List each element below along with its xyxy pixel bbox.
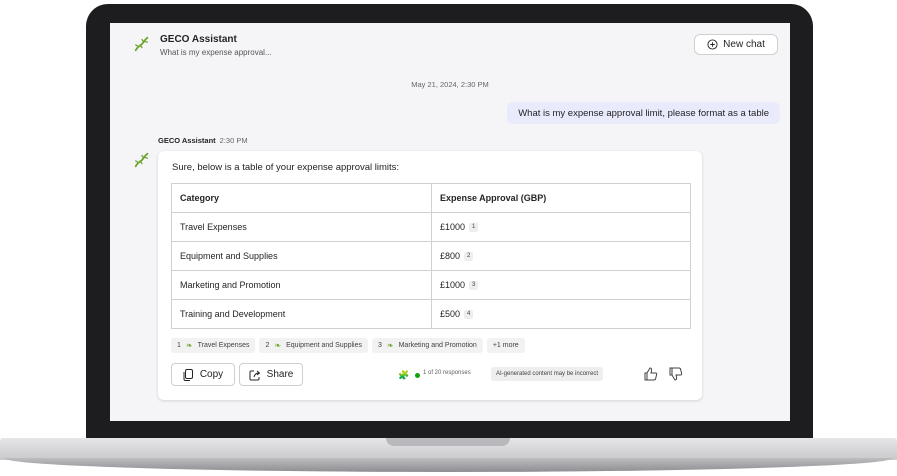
- share-label: Share: [266, 369, 294, 380]
- thumbs-up-icon[interactable]: [643, 366, 659, 382]
- citation-number: 3: [377, 342, 382, 349]
- column-header-expense-approval: Expense Approval (GBP): [431, 183, 691, 213]
- amount-value: £500: [440, 308, 461, 319]
- amount-cell: £800 2: [431, 241, 691, 271]
- citation-ref[interactable]: 4: [464, 310, 474, 320]
- share-button[interactable]: Share: [239, 363, 303, 386]
- copy-label: Copy: [199, 369, 224, 380]
- citation-chip[interactable]: 1 ❧ Travel Expenses: [171, 338, 256, 353]
- copilot-badge-icon: 🧩: [398, 370, 410, 380]
- citation-chip[interactable]: 3 ❧ Marketing and Promotion: [371, 338, 483, 353]
- user-message: What is my expense approval limit, pleas…: [507, 102, 780, 124]
- bot-message-header: GECO Assistant 2:30 PM: [158, 136, 248, 145]
- bot-response-card: Sure, below is a table of your expense a…: [158, 151, 702, 400]
- gecko-icon: ❧: [274, 341, 282, 350]
- citation-label: Equipment and Supplies: [286, 342, 362, 349]
- table-header-row: Category Expense Approval (GBP): [171, 183, 691, 213]
- more-citations-button[interactable]: +1 more: [486, 338, 525, 353]
- citation-number: 2: [265, 342, 270, 349]
- amount-value: £1000: [440, 221, 466, 232]
- citation-label: Travel Expenses: [197, 342, 250, 349]
- amount-cell: £1000 1: [431, 212, 691, 242]
- response-count: 1 of 20 responses: [423, 370, 471, 376]
- amount-cell: £500 4: [431, 299, 691, 329]
- gecko-logo-icon: [134, 152, 149, 168]
- citation-ref[interactable]: 2: [464, 252, 474, 262]
- column-header-category: Category: [171, 183, 432, 213]
- new-chat-label: New chat: [723, 39, 765, 50]
- citation-ref[interactable]: 3: [469, 281, 479, 291]
- bot-name: GECO Assistant: [158, 136, 216, 145]
- chat-screen: GECO Assistant What is my expense approv…: [110, 23, 790, 421]
- category-cell: Travel Expenses: [171, 212, 432, 242]
- amount-cell: £1000 3: [431, 270, 691, 300]
- table-row: Marketing and Promotion £1000 3: [171, 270, 691, 300]
- laptop-foot: [4, 458, 893, 472]
- citation-chip[interactable]: 2 ❧ Equipment and Supplies: [259, 338, 368, 353]
- category-cell: Training and Development: [171, 299, 432, 329]
- new-chat-button[interactable]: New chat: [694, 34, 778, 55]
- citation-list: 1 ❧ Travel Expenses 2 ❧ Equipment and Su…: [171, 338, 525, 353]
- expense-table: Category Expense Approval (GBP) Travel E…: [171, 183, 691, 329]
- thumbs-down-icon[interactable]: [668, 366, 684, 382]
- amount-value: £800: [440, 250, 461, 261]
- gecko-icon: ❧: [185, 341, 193, 350]
- bot-message-time: 2:30 PM: [219, 136, 248, 145]
- category-cell: Marketing and Promotion: [171, 270, 432, 300]
- share-icon: [249, 370, 260, 380]
- gecko-logo-icon: [134, 36, 149, 52]
- copy-icon: [183, 368, 193, 381]
- conversation-timestamp: May 21, 2024, 2:30 PM: [411, 80, 489, 89]
- table-row: Training and Development £500 4: [171, 299, 691, 329]
- laptop-notch: [386, 438, 510, 446]
- gecko-icon: ❧: [386, 341, 394, 350]
- table-row: Equipment and Supplies £800 2: [171, 241, 691, 271]
- citation-ref[interactable]: 1: [469, 223, 479, 233]
- bot-intro-text: Sure, below is a table of your expense a…: [172, 162, 400, 173]
- assistant-title: GECO Assistant: [160, 34, 237, 45]
- table-row: Travel Expenses £1000 1: [171, 212, 691, 242]
- amount-value: £1000: [440, 279, 466, 290]
- citation-number: 1: [177, 342, 181, 349]
- plus-circle-icon: [707, 39, 718, 50]
- citation-label: Marketing and Promotion: [398, 342, 477, 349]
- copy-button[interactable]: Copy: [171, 363, 235, 386]
- category-cell: Equipment and Supplies: [171, 241, 432, 271]
- conversation-subtitle: What is my expense approval...: [160, 48, 272, 57]
- status-dot: [415, 373, 420, 378]
- ai-disclaimer-badge: AI-generated content may be incorrect: [491, 367, 604, 381]
